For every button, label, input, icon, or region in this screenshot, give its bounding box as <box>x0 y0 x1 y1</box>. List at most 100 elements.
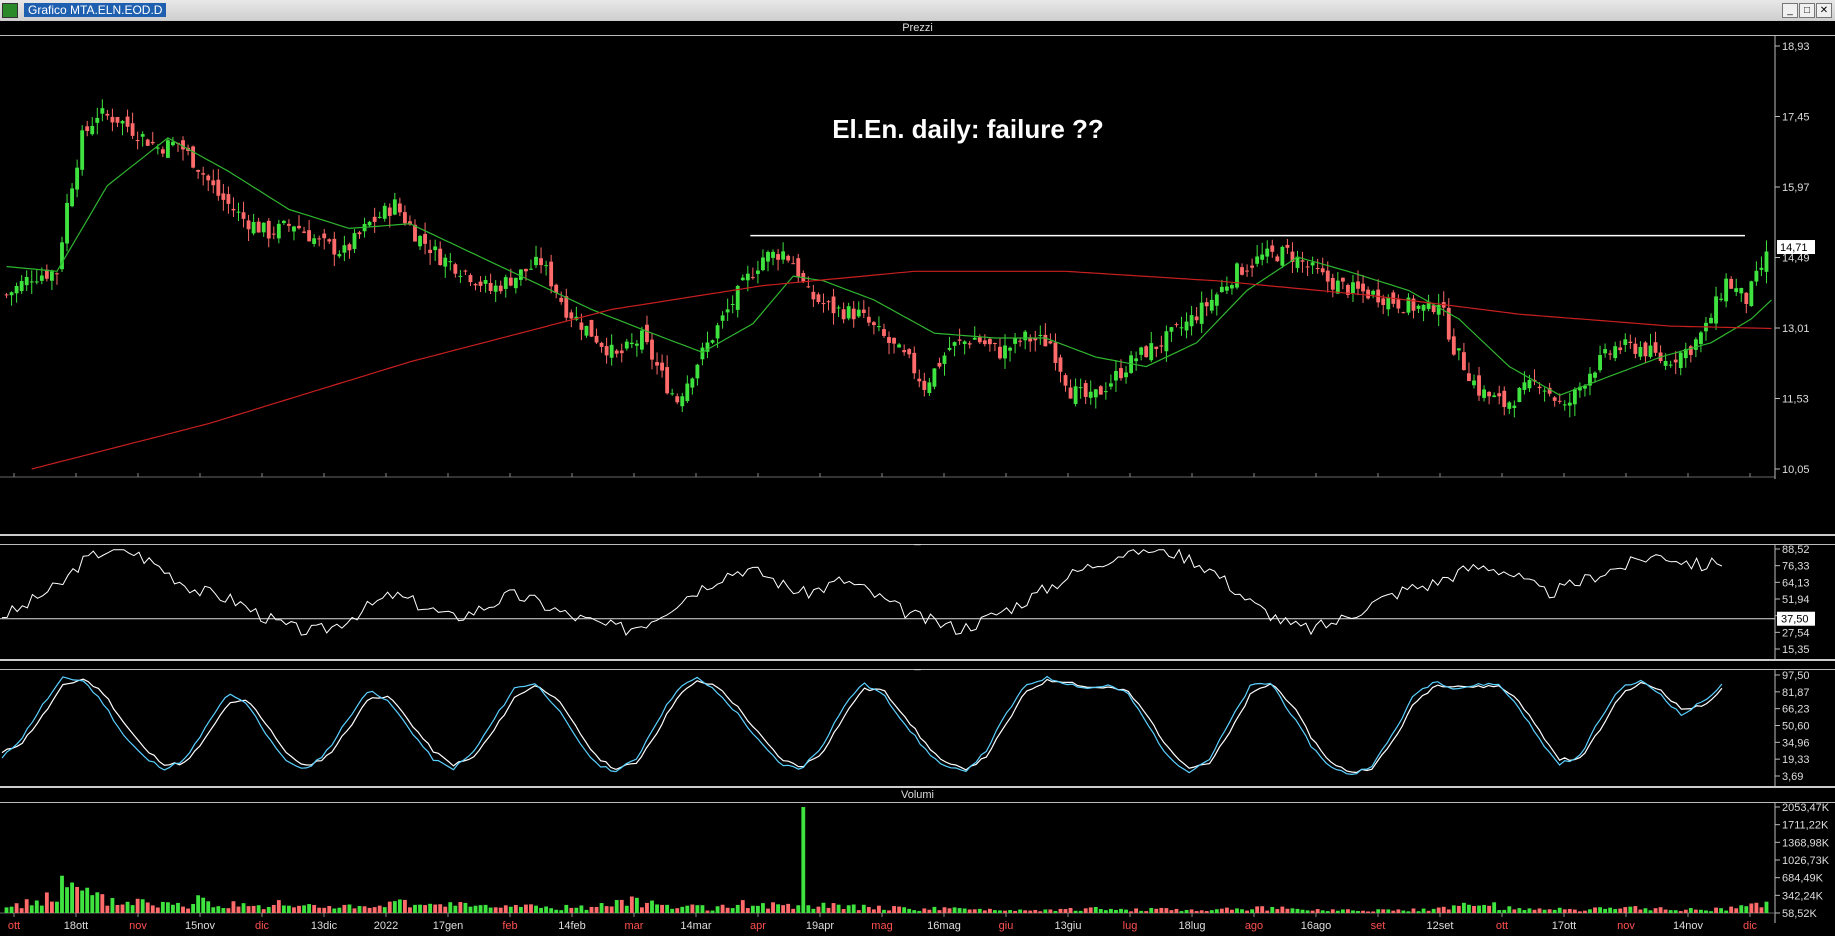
volume-bar <box>1638 909 1643 913</box>
volume-bar <box>130 905 135 913</box>
volume-chart[interactable]: 2053,47K 1711,22K 1368,98K 1026,73K 684,49K 3… <box>0 803 1835 936</box>
volume-bar <box>160 901 165 913</box>
price-candle <box>1083 383 1088 397</box>
volume-bar <box>362 906 367 913</box>
price-candle <box>236 211 241 213</box>
price-candle <box>352 233 357 249</box>
volume-bar <box>453 905 458 913</box>
volume-bar <box>1683 909 1688 913</box>
volume-bar <box>685 905 690 913</box>
price-candle <box>463 270 468 272</box>
price-candle <box>579 322 584 330</box>
volume-bar <box>287 905 291 913</box>
price-panel-header: Prezzi <box>0 21 1835 36</box>
volume-bar <box>1280 906 1285 913</box>
price-candle <box>1265 248 1270 257</box>
volume-bar <box>695 905 700 913</box>
volume-panel-header: Volumi <box>0 788 1835 803</box>
volume-bar <box>443 906 448 913</box>
volume-bar <box>1078 910 1083 913</box>
price-candle <box>266 220 271 239</box>
volume-bar <box>1608 907 1613 913</box>
close-button[interactable]: ✕ <box>1816 3 1832 18</box>
volume-bar <box>19 908 24 913</box>
price-candle <box>594 335 599 343</box>
stoch-y-tick-label: 34,96 <box>1782 737 1810 749</box>
price-candle <box>145 139 150 146</box>
volume-bar <box>463 902 468 913</box>
volume-bar <box>105 905 110 913</box>
volume-bar <box>1174 908 1179 913</box>
volume-bar <box>670 908 675 913</box>
price-candle <box>513 277 518 289</box>
x-axis-label: 14feb <box>558 920 586 932</box>
volume-bar <box>761 903 765 913</box>
volume-bar <box>589 906 594 913</box>
rsi-y-tick-label: 64,13 <box>1782 577 1810 589</box>
volume-bar <box>1149 908 1154 913</box>
stochastic-panel[interactable]: _ 97,50 81,87 66,23 50,60 34,96 19,33 3,69 <box>0 660 1835 787</box>
price-candle <box>942 355 947 364</box>
x-axis-label: 13dic <box>311 920 338 932</box>
price-candle <box>1638 347 1643 357</box>
volume-bar <box>236 906 241 913</box>
price-candle <box>281 220 286 224</box>
vol-y-tick-label: 1026,73K <box>1782 855 1830 867</box>
x-axis-label: 19apr <box>806 920 834 932</box>
price-candle <box>1613 346 1618 359</box>
volume-bar <box>1129 911 1133 913</box>
price-candle <box>745 273 750 281</box>
rsi-panel[interactable]: _ 88,5276,3364,1351,9437,5027,5415,3537,… <box>0 535 1835 660</box>
minimize-button[interactable]: _ <box>1782 3 1798 18</box>
price-candle <box>1134 358 1139 362</box>
volume-bar <box>9 906 14 913</box>
volume-bar <box>1340 909 1345 913</box>
price-candle <box>19 281 24 292</box>
volume-panel[interactable]: Volumi 2053,47K 1711,22K 1368,98K 1026,73K 6… <box>0 787 1835 936</box>
maximize-button[interactable]: □ <box>1799 3 1815 18</box>
volume-bar <box>1426 910 1431 913</box>
stochastic-chart[interactable]: 97,50 81,87 66,23 50,60 34,96 19,33 3,69 <box>0 670 1835 786</box>
x-axis-label: lug <box>1123 920 1138 932</box>
price-candle <box>912 352 917 374</box>
price-chart[interactable]: 18,93 17,45 15,97 14,49 13,01 11,53 10,05 El.En… <box>0 36 1835 534</box>
price-candle <box>483 280 488 284</box>
rsi-chart[interactable]: 88,5276,3364,1351,9437,5027,5415,3537,50 <box>0 545 1835 659</box>
volume-bar <box>554 909 559 913</box>
volume-bar <box>680 906 685 913</box>
volume-bar <box>513 905 518 913</box>
price-candle <box>1542 390 1547 392</box>
price-candle <box>952 342 957 346</box>
vol-y-tick-label: 684,49K <box>1782 873 1824 885</box>
price-candle <box>665 367 670 394</box>
volume-bar <box>1542 909 1547 913</box>
price-candle <box>125 116 130 127</box>
volume-bar <box>1663 909 1668 913</box>
volume-bar <box>1567 908 1572 913</box>
window-title: Grafico MTA.ELN.EOD.D <box>24 3 167 17</box>
price-candle <box>1537 386 1542 389</box>
price-candle <box>1300 260 1305 262</box>
price-candle <box>1144 346 1149 358</box>
volume-bar <box>902 907 907 913</box>
volume-bar <box>1472 905 1476 913</box>
price-candle <box>1618 347 1623 351</box>
price-candle <box>458 275 463 277</box>
vol-y-tick-label: 58,52K <box>1782 908 1818 920</box>
price-candle <box>1325 270 1330 282</box>
volume-bar <box>1497 910 1502 913</box>
price-candle <box>796 258 801 278</box>
price-candle <box>453 264 458 274</box>
volume-bar <box>196 895 201 913</box>
volume-bar <box>1285 908 1290 913</box>
price-candle <box>806 286 811 288</box>
price-candle <box>993 342 997 344</box>
volume-bar <box>816 906 821 913</box>
price-candle <box>493 285 498 292</box>
volume-bar <box>710 910 715 913</box>
price-panel[interactable]: Prezzi 18,93 17,45 15,97 14,49 13,01 11,53 10,… <box>0 20 1835 535</box>
price-candle <box>1401 312 1406 314</box>
price-candle <box>660 362 665 371</box>
price-candle <box>1184 321 1189 331</box>
x-axis-label: 15nov <box>185 920 215 932</box>
